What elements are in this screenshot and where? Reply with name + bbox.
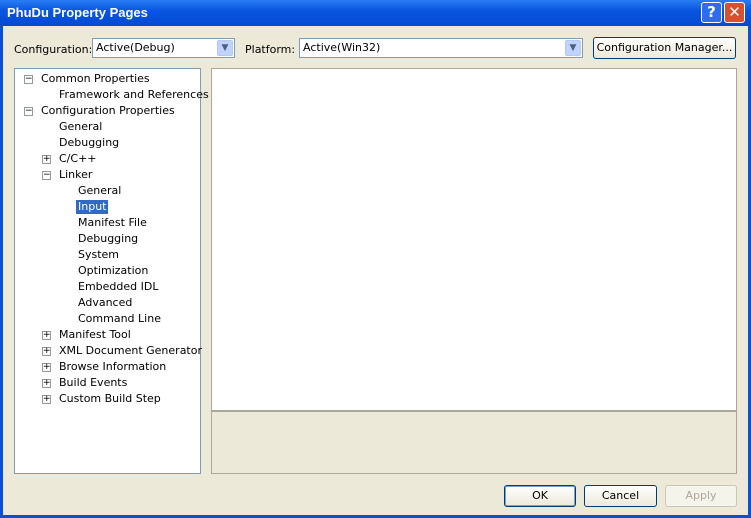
configuration-value: Active(Debug) — [96, 41, 175, 54]
tree-item[interactable]: Browse Information — [57, 360, 168, 374]
ok-button[interactable]: OK — [504, 485, 576, 507]
tree-item[interactable]: Advanced — [76, 296, 134, 310]
tree-item[interactable]: Build Events — [57, 376, 129, 390]
collapse-icon[interactable]: − — [24, 75, 33, 84]
tree-item[interactable]: Embedded IDL — [76, 280, 160, 294]
expand-icon[interactable]: + — [42, 395, 51, 404]
platform-value: Active(Win32) — [303, 41, 381, 54]
platform-label: Platform: — [245, 43, 296, 56]
dialog-client: Configuration: Active(Debug) ▼ Platform:… — [3, 26, 748, 515]
expand-icon[interactable]: + — [42, 155, 51, 164]
property-grid[interactable] — [211, 68, 737, 411]
tree-item[interactable]: Manifest File — [76, 216, 149, 230]
title-bar: PhuDu Property Pages — [0, 0, 751, 26]
window-title: PhuDu Property Pages — [7, 5, 148, 20]
tree-item[interactable]: Custom Build Step — [57, 392, 163, 406]
collapse-icon[interactable]: − — [42, 171, 51, 180]
close-icon[interactable]: ✕ — [724, 2, 745, 23]
tree-item[interactable]: Framework and References — [57, 88, 211, 102]
tree-item[interactable]: Optimization — [76, 264, 150, 278]
tree-item[interactable]: General — [57, 120, 104, 134]
tree-item[interactable]: Configuration Properties — [39, 104, 177, 118]
tree-item[interactable]: Debugging — [57, 136, 121, 150]
tree-item[interactable]: Input — [76, 200, 109, 214]
description-pane — [211, 411, 737, 474]
tree-item[interactable]: Command Line — [76, 312, 163, 326]
tree-item[interactable]: Common Properties — [39, 72, 152, 86]
platform-select[interactable]: Active(Win32) ▼ — [299, 38, 583, 58]
expand-icon[interactable]: + — [42, 379, 51, 388]
help-icon[interactable]: ? — [701, 2, 722, 23]
apply-button[interactable]: Apply — [665, 485, 737, 507]
chevron-down-icon[interactable]: ▼ — [565, 40, 581, 56]
configuration-manager-button[interactable]: Configuration Manager... — [593, 37, 736, 59]
tree-item[interactable]: General — [76, 184, 123, 198]
tree-item[interactable]: Debugging — [76, 232, 140, 246]
property-pages-dialog: PhuDu Property Pages ? ✕ Configuration: … — [0, 0, 751, 518]
tree-item[interactable]: System — [76, 248, 121, 262]
tree-item[interactable]: Linker — [57, 168, 94, 182]
property-tree[interactable]: − Common Properties Framework and Referenc… — [14, 68, 209, 474]
configuration-label: Configuration: — [14, 43, 93, 56]
collapse-icon[interactable]: − — [24, 107, 33, 116]
expand-icon[interactable]: + — [42, 347, 51, 356]
tree-item[interactable]: C/C++ — [57, 152, 99, 166]
expand-icon[interactable]: + — [42, 331, 51, 340]
expand-icon[interactable]: + — [42, 363, 51, 372]
configuration-select[interactable]: Active(Debug) ▼ — [92, 38, 235, 58]
cancel-button[interactable]: Cancel — [584, 485, 657, 507]
tree-item[interactable]: XML Document Generator — [57, 344, 204, 358]
tree-item[interactable]: Manifest Tool — [57, 328, 133, 342]
chevron-down-icon[interactable]: ▼ — [217, 40, 233, 56]
